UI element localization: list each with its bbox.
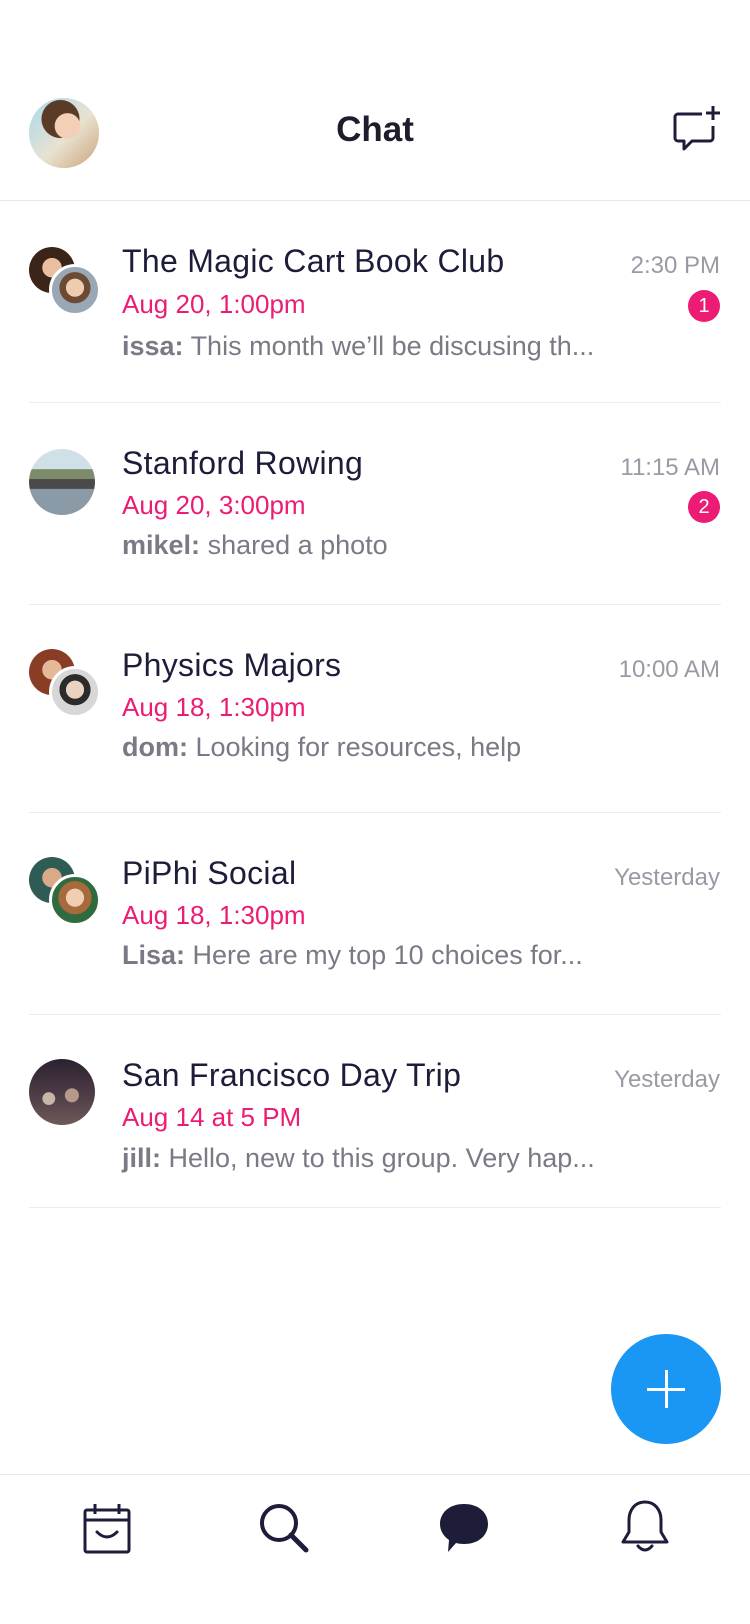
row-divider: [29, 1207, 721, 1208]
group-avatar: [29, 1059, 95, 1125]
unread-badge: 2: [688, 491, 720, 523]
chat-time: 11:15 AM: [620, 454, 720, 481]
chat-name: Physics Majors: [122, 647, 342, 683]
chat-list: The Magic Cart Book Club Aug 20, 1:00pm …: [0, 201, 750, 1208]
member-avatar: [49, 264, 101, 316]
chat-event-date: Aug 18, 1:30pm: [122, 900, 306, 930]
tabbar-divider: [0, 1474, 750, 1475]
new-group-fab[interactable]: [611, 1334, 721, 1444]
preview-sender: dom:: [122, 732, 188, 762]
chat-preview: jill: Hello, new to this group. Very hap…: [122, 1143, 595, 1174]
chat-item-san-francisco-day-trip[interactable]: San Francisco Day Trip Aug 14 at 5 PM ji…: [0, 1015, 750, 1208]
page-title: Chat: [336, 110, 414, 149]
tab-chat[interactable]: [434, 1498, 494, 1558]
chat-item-magic-cart-book-club[interactable]: The Magic Cart Book Club Aug 20, 1:00pm …: [0, 201, 750, 403]
preview-message: shared a photo: [207, 530, 388, 560]
chat-name: The Magic Cart Book Club: [122, 243, 505, 279]
app-header: Chat: [0, 0, 750, 201]
chat-item-stanford-rowing[interactable]: Stanford Rowing Aug 20, 3:00pm mikel: sh…: [0, 403, 750, 605]
chat-preview: mikel: shared a photo: [122, 530, 388, 561]
preview-message: This month we’ll be discusing th...: [190, 331, 595, 361]
tab-notifications[interactable]: [615, 1498, 675, 1558]
preview-sender: issa:: [122, 331, 184, 361]
chat-event-date: Aug 20, 3:00pm: [122, 490, 306, 520]
new-chat-button[interactable]: [672, 104, 724, 154]
chat-name: Stanford Rowing: [122, 445, 364, 481]
chat-bubble-icon: [440, 1504, 488, 1552]
chat-time: Yesterday: [614, 864, 720, 891]
chat-time: Yesterday: [614, 1066, 720, 1093]
chat-preview: Lisa: Here are my top 10 choices for...: [122, 940, 583, 971]
preview-message: Here are my top 10 choices for...: [192, 940, 583, 970]
chat-name: San Francisco Day Trip: [122, 1057, 462, 1093]
chat-event-date: Aug 14 at 5 PM: [122, 1102, 302, 1132]
bell-icon: [621, 1500, 669, 1552]
chat-event-date: Aug 20, 1:00pm: [122, 289, 306, 319]
preview-message: Looking for resources, help: [195, 732, 522, 762]
bottom-tab-bar: [0, 1474, 750, 1624]
chat-preview: issa: This month we’ll be discusing th..…: [122, 331, 594, 362]
tab-search[interactable]: [254, 1498, 314, 1558]
chat-time: 2:30 PM: [630, 252, 720, 279]
member-avatar: [49, 874, 101, 926]
preview-sender: Lisa:: [122, 940, 186, 970]
group-avatar: [29, 449, 95, 515]
member-avatar: [49, 666, 101, 718]
chat-item-physics-majors[interactable]: Physics Majors Aug 18, 1:30pm dom: Looki…: [0, 605, 750, 813]
chat-item-piphi-social[interactable]: PiPhi Social Aug 18, 1:30pm Lisa: Here a…: [0, 813, 750, 1015]
new-chat-icon: [673, 106, 720, 151]
chat-time: 10:00 AM: [618, 656, 720, 683]
tab-calendar[interactable]: [77, 1498, 137, 1558]
unread-badge: 1: [688, 290, 720, 322]
preview-sender: jill:: [122, 1143, 161, 1173]
chat-preview: dom: Looking for resources, help: [122, 732, 521, 763]
chat-name: PiPhi Social: [122, 855, 297, 891]
calendar-icon: [83, 1504, 131, 1554]
preview-message: Hello, new to this group. Very hap...: [168, 1143, 595, 1173]
search-icon: [260, 1504, 309, 1553]
preview-sender: mikel:: [122, 530, 201, 560]
chat-event-date: Aug 18, 1:30pm: [122, 692, 306, 722]
